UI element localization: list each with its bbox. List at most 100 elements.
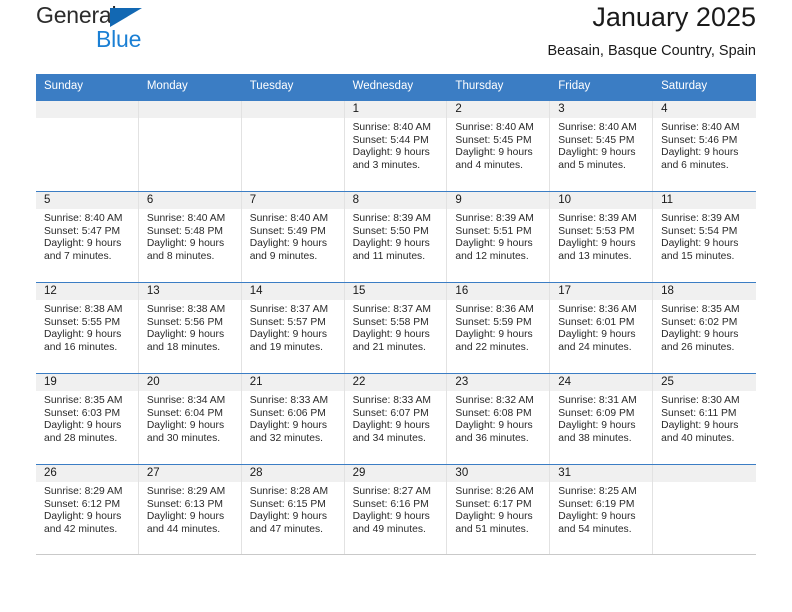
sunrise-text: Sunrise: 8:40 AM [455,122,534,133]
page-subtitle: Beasain, Basque Country, Spain [547,43,756,59]
day-number: 31 [550,465,653,482]
day-details: Sunrise: 8:31 AM Sunset: 6:09 PM Daylight:… [550,391,652,445]
calendar-day-cell[interactable]: 28 Sunrise: 8:28 AM Sunset: 6:15 PM Dayligh… [241,465,345,554]
daylight-text-line1: Daylight: 9 hours [558,329,636,341]
day-number: 20 [138,374,241,391]
sunset-text: Sunset: 6:01 PM [558,316,635,328]
calendar-day-cell[interactable]: 7 Sunrise: 8:40 AM Sunset: 5:49 PM Daylight… [241,192,345,282]
day-details: Sunrise: 8:39 AM Sunset: 5:50 PM Daylight:… [345,209,447,263]
daylight-text-line2: and 5 minutes. [558,159,626,171]
sunrise-text: Sunrise: 8:38 AM [44,304,123,315]
daylight-text-line2: and 38 minutes. [558,432,632,444]
calendar-day-cell[interactable]: 31 Sunrise: 8:25 AM Sunset: 6:19 PM Dayligh… [550,465,654,554]
day-details: Sunrise: 8:33 AM Sunset: 6:07 PM Daylight:… [345,391,447,445]
calendar-day-cell[interactable]: 27 Sunrise: 8:29 AM Sunset: 6:13 PM Dayligh… [138,465,242,554]
calendar-weeks: 1 Sunrise: 8:40 AM Sunset: 5:44 PM Daylight… [36,100,756,555]
general-blue-logo[interactable]: General Blue [36,4,156,51]
calendar-day-cell[interactable]: 24 Sunrise: 8:31 AM Sunset: 6:09 PM Dayligh… [550,374,654,464]
calendar-day-cell[interactable]: 3 Sunrise: 8:40 AM Sunset: 5:45 PM Daylight… [550,101,654,191]
daylight-text-line2: and 19 minutes. [249,341,323,353]
daylight-text-line2: and 47 minutes. [249,523,323,535]
daylight-text-line2: and 7 minutes. [44,250,112,262]
calendar-day-cell[interactable]: 9 Sunrise: 8:39 AM Sunset: 5:51 PM Daylight… [447,192,551,282]
daylight-text-line2: and 4 minutes. [455,159,523,171]
day-number: 9 [447,192,550,209]
sunrise-text: Sunrise: 8:38 AM [146,304,226,315]
calendar-day-cell[interactable]: 25 Sunrise: 8:30 AM Sunset: 6:11 PM Dayligh… [653,374,756,464]
day-details: Sunrise: 8:35 AM Sunset: 6:02 PM Daylight:… [653,300,756,354]
day-details: Sunrise: 8:37 AM Sunset: 5:58 PM Daylight:… [345,300,447,354]
sunset-text: Sunset: 6:06 PM [249,407,326,419]
day-number: 21 [241,374,344,391]
daylight-text-line1: Daylight: 9 hours [455,147,533,159]
daylight-text-line1: Daylight: 9 hours [146,329,225,341]
day-details: Sunrise: 8:40 AM Sunset: 5:47 PM Daylight:… [36,209,138,263]
sunrise-text: Sunrise: 8:35 AM [44,395,123,406]
sunrise-text: Sunrise: 8:33 AM [249,395,329,406]
calendar-day-cell[interactable]: 19 Sunrise: 8:35 AM Sunset: 6:03 PM Dayligh… [36,374,139,464]
weekday-tuesday: Tuesday [249,80,294,92]
calendar-page: General Blue January 2025 Beasain, Basqu… [0,0,792,612]
calendar-day-cell[interactable]: 23 Sunrise: 8:32 AM Sunset: 6:08 PM Dayligh… [447,374,551,464]
calendar-day-cell[interactable]: 5 Sunrise: 8:40 AM Sunset: 5:47 PM Daylight… [36,192,139,282]
calendar-day-cell[interactable]: 26 Sunrise: 8:29 AM Sunset: 6:12 PM Dayligh… [36,465,139,554]
day-number: 14 [241,283,344,300]
sunset-text: Sunset: 5:57 PM [249,316,326,328]
daylight-text-line1: Daylight: 9 hours [661,147,739,159]
page-header: General Blue January 2025 Beasain, Basqu… [36,0,756,74]
calendar-day-cell[interactable]: 20 Sunrise: 8:34 AM Sunset: 6:04 PM Dayligh… [138,374,242,464]
calendar-day-cell[interactable]: 11 Sunrise: 8:39 AM Sunset: 5:54 PM Dayligh… [653,192,756,282]
calendar-day-cell[interactable]: 15 Sunrise: 8:37 AM Sunset: 5:58 PM Dayligh… [344,283,448,373]
calendar-day-cell[interactable]: 18 Sunrise: 8:35 AM Sunset: 6:02 PM Dayligh… [653,283,756,373]
calendar-day-cell[interactable]: 21 Sunrise: 8:33 AM Sunset: 6:06 PM Dayligh… [241,374,345,464]
daylight-text-line1: Daylight: 9 hours [661,329,739,341]
daylight-text-line2: and 36 minutes. [455,432,529,444]
calendar-day-cell[interactable]: 12 Sunrise: 8:38 AM Sunset: 5:55 PM Dayligh… [36,283,139,373]
logo-word-general: General [36,4,156,27]
sunset-text: Sunset: 5:46 PM [661,134,738,146]
daylight-text-line2: and 44 minutes. [146,523,221,535]
day-number: 30 [447,465,550,482]
sunset-text: Sunset: 5:53 PM [558,225,635,237]
daylight-text-line2: and 49 minutes. [352,523,426,535]
daylight-text-line1: Daylight: 9 hours [352,329,430,341]
day-number: 11 [653,192,756,209]
day-details: Sunrise: 8:37 AM Sunset: 5:57 PM Daylight:… [242,300,344,354]
sunrise-text: Sunrise: 8:39 AM [352,213,431,224]
day-number: 27 [138,465,241,482]
calendar-day-cell[interactable]: 30 Sunrise: 8:26 AM Sunset: 6:17 PM Dayligh… [447,465,551,554]
calendar-day-cell[interactable]: 29 Sunrise: 8:27 AM Sunset: 6:16 PM Dayligh… [344,465,448,554]
day-details: Sunrise: 8:30 AM Sunset: 6:11 PM Daylight:… [653,391,756,445]
calendar-day-cell[interactable]: 1 Sunrise: 8:40 AM Sunset: 5:44 PM Daylight… [344,101,448,191]
daylight-text-line2: and 9 minutes. [249,250,318,262]
calendar-day-cell[interactable]: 10 Sunrise: 8:39 AM Sunset: 5:53 PM Dayligh… [550,192,654,282]
sunrise-text: Sunrise: 8:39 AM [455,213,534,224]
sunrise-text: Sunrise: 8:25 AM [558,486,637,497]
sunrise-text: Sunrise: 8:36 AM [455,304,534,315]
calendar-cell-empty [138,101,242,191]
calendar-cell-empty [653,465,756,554]
daylight-text-line1: Daylight: 9 hours [44,329,122,341]
calendar-day-cell[interactable]: 2 Sunrise: 8:40 AM Sunset: 5:45 PM Daylight… [447,101,551,191]
calendar-day-cell[interactable]: 17 Sunrise: 8:36 AM Sunset: 6:01 PM Dayligh… [550,283,654,373]
calendar-day-cell[interactable]: 4 Sunrise: 8:40 AM Sunset: 5:46 PM Daylight… [653,101,756,191]
day-number: 23 [447,374,550,391]
day-number: 13 [138,283,241,300]
day-number [241,101,344,118]
daylight-text-line1: Daylight: 9 hours [455,420,533,432]
calendar-day-cell[interactable]: 16 Sunrise: 8:36 AM Sunset: 5:59 PM Dayligh… [447,283,551,373]
calendar-day-cell[interactable]: 13 Sunrise: 8:38 AM Sunset: 5:56 PM Dayligh… [138,283,242,373]
page-title: January 2025 [592,2,756,32]
day-details: Sunrise: 8:32 AM Sunset: 6:08 PM Daylight:… [447,391,549,445]
calendar-day-cell[interactable]: 14 Sunrise: 8:37 AM Sunset: 5:57 PM Dayligh… [241,283,345,373]
daylight-text-line2: and 51 minutes. [455,523,529,535]
daylight-text-line2: and 16 minutes. [44,341,118,353]
calendar-day-cell[interactable]: 6 Sunrise: 8:40 AM Sunset: 5:48 PM Daylight… [138,192,242,282]
day-details: Sunrise: 8:40 AM Sunset: 5:48 PM Daylight:… [139,209,241,263]
calendar-day-cell[interactable]: 22 Sunrise: 8:33 AM Sunset: 6:07 PM Dayligh… [344,374,448,464]
day-number: 22 [344,374,447,391]
calendar-day-cell[interactable]: 8 Sunrise: 8:39 AM Sunset: 5:50 PM Daylight… [344,192,448,282]
sunset-text: Sunset: 6:02 PM [661,316,738,328]
daylight-text-line1: Daylight: 9 hours [44,420,122,432]
day-number: 17 [550,283,653,300]
